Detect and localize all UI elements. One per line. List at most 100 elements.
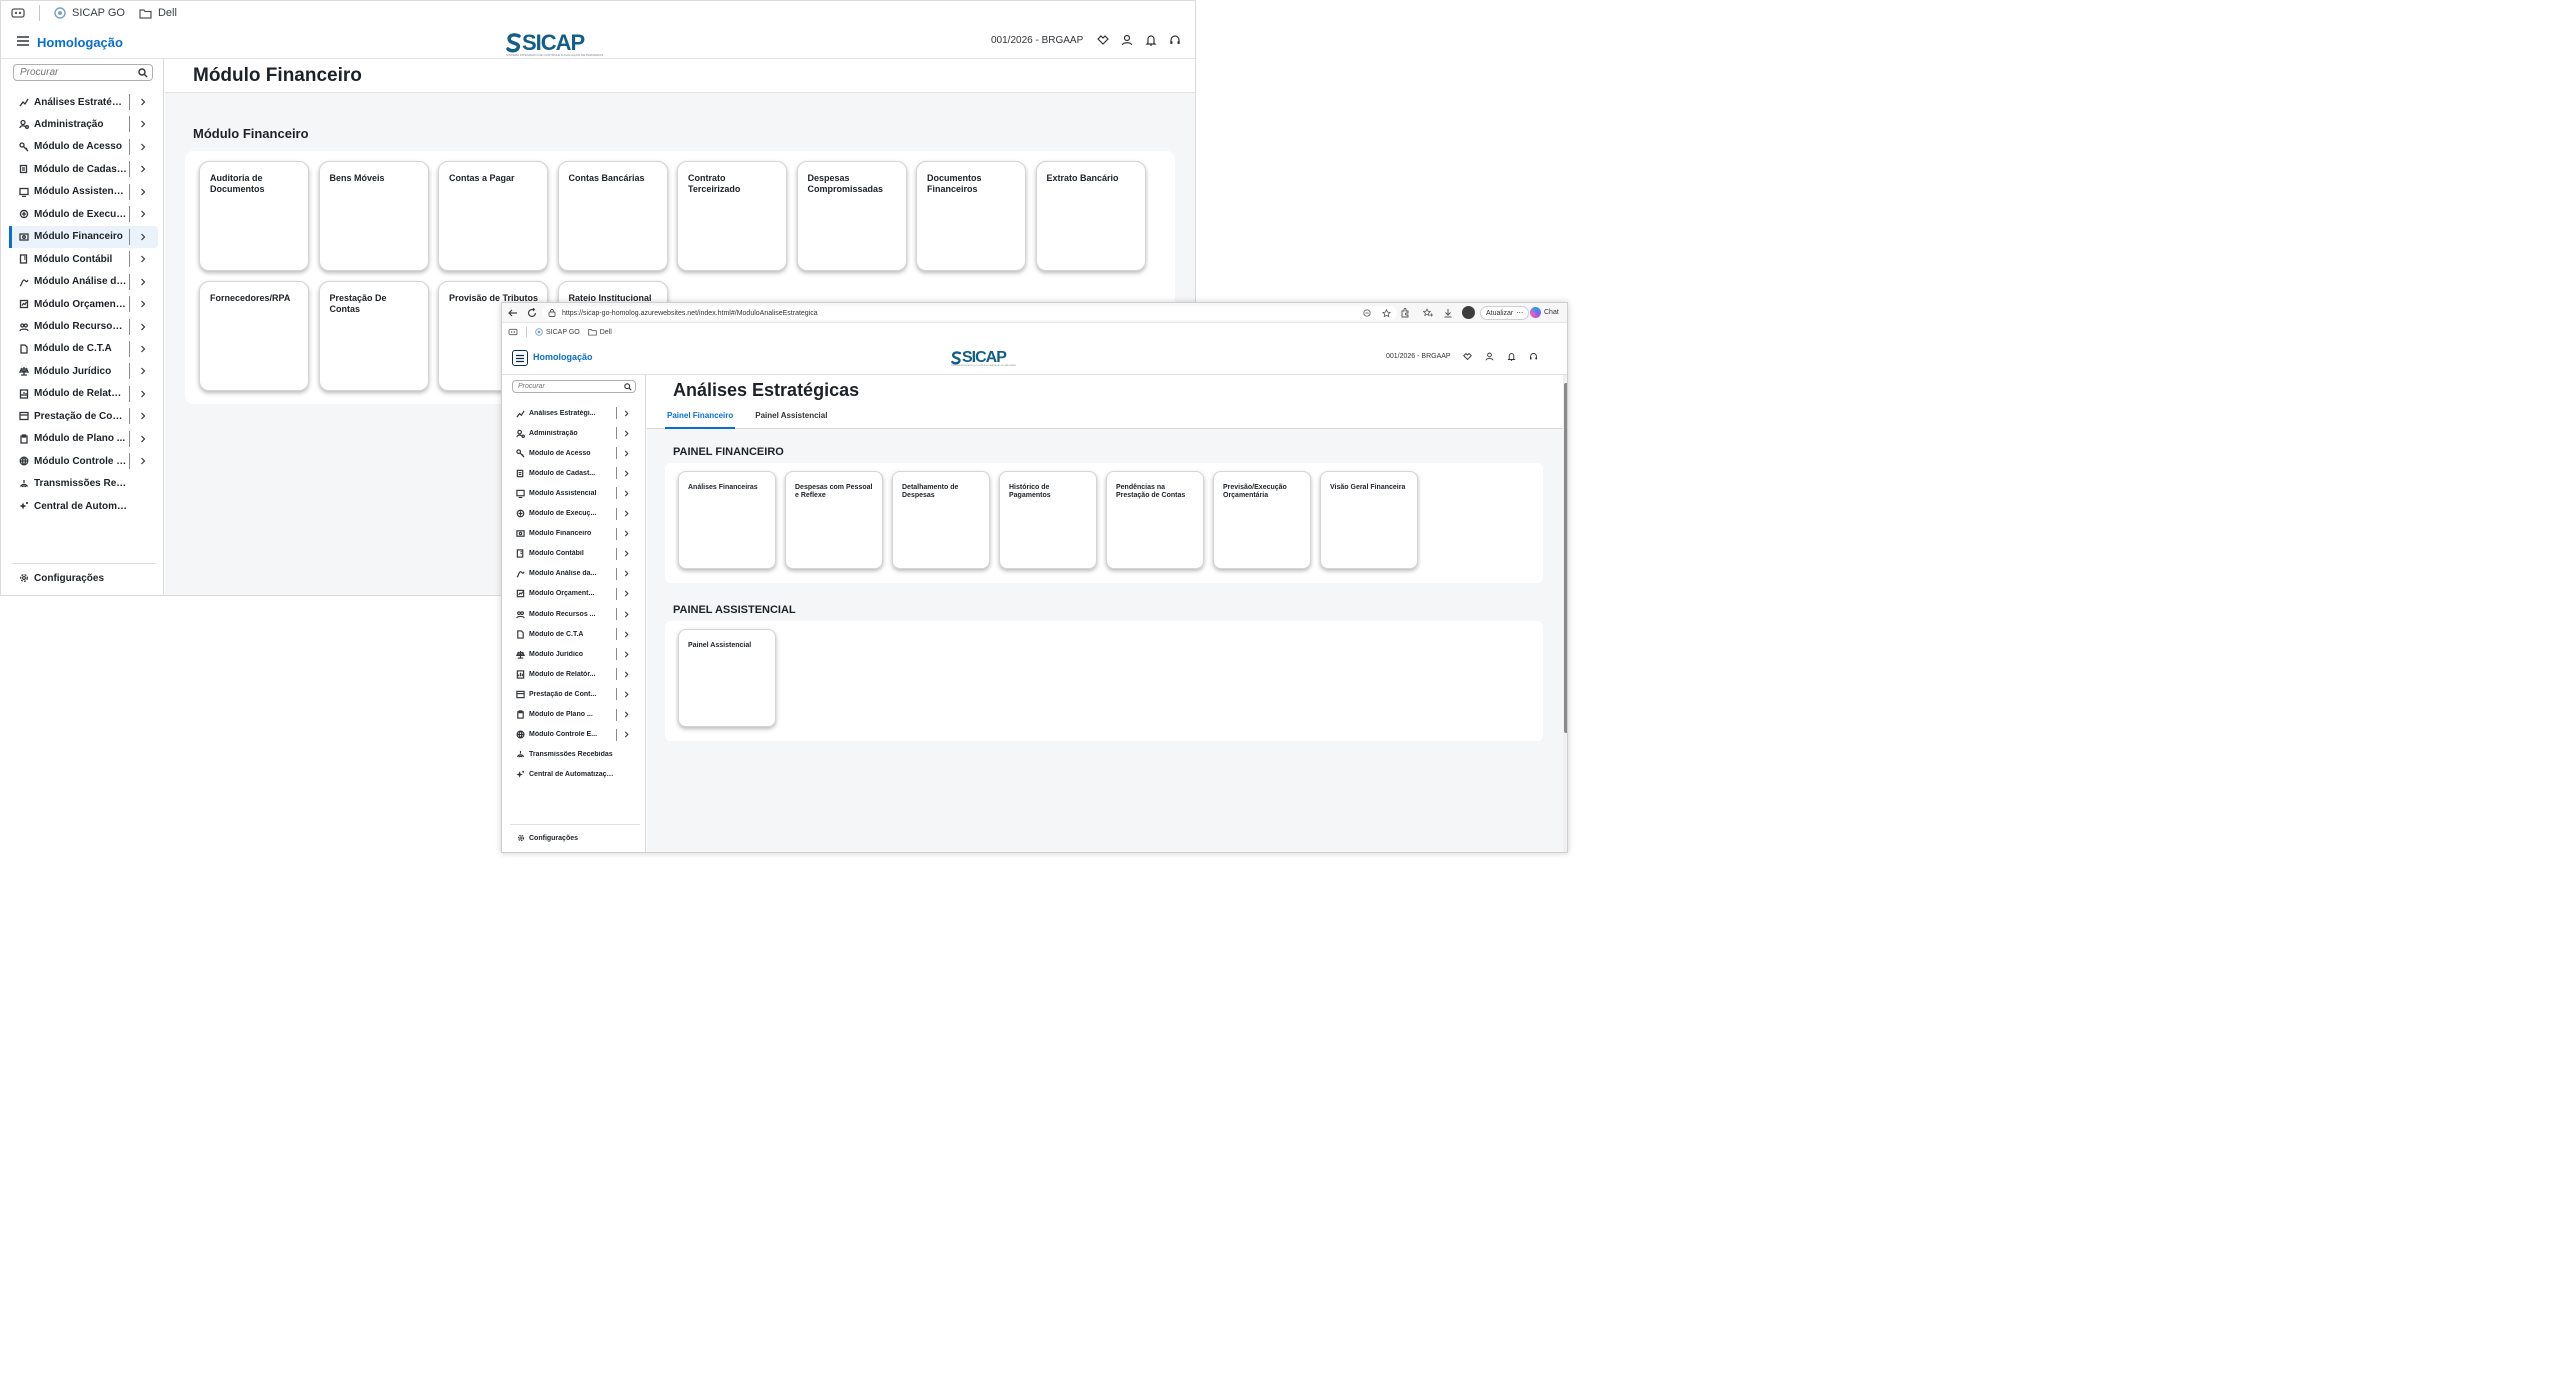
- bell-icon[interactable]: [1501, 352, 1523, 361]
- sidebar-item[interactable]: Administração: [19, 117, 127, 131]
- search-box[interactable]: [13, 64, 153, 81]
- app-tile[interactable]: Histórico de Pagamentos: [999, 471, 1097, 569]
- update-button[interactable]: Atualizar ⋯: [1480, 306, 1530, 320]
- chevron-right-icon[interactable]: [136, 387, 150, 401]
- sidebar-item[interactable]: Transmissões Recebidas: [516, 750, 614, 760]
- sidebar-item[interactable]: Módulo Financeiro: [19, 230, 127, 244]
- search-icon[interactable]: [138, 67, 148, 78]
- sidebar-item[interactable]: Módulo Orçament...: [516, 589, 614, 599]
- url-text[interactable]: https://sicap-go-homolog.azurewebsites.n…: [562, 310, 818, 317]
- vertical-scrollbar[interactable]: [1563, 375, 1567, 852]
- chevron-right-icon[interactable]: [136, 342, 150, 356]
- sidebar-item[interactable]: Central de Automatização: [516, 770, 614, 780]
- back-arrow-icon[interactable]: [508, 308, 518, 318]
- star-icon[interactable]: [1382, 309, 1391, 318]
- chevron-right-icon[interactable]: [136, 364, 150, 378]
- chevron-right-icon[interactable]: [136, 162, 150, 176]
- chevron-right-icon[interactable]: [621, 488, 631, 498]
- sidebar-item[interactable]: Módulo de Cadast...: [516, 468, 614, 478]
- sidebar-item[interactable]: Prestação de Cont...: [19, 409, 127, 423]
- sidebar-item[interactable]: Módulo Assistencial: [516, 488, 614, 498]
- chevron-right-icon[interactable]: [621, 730, 631, 740]
- address-bar[interactable]: https://sicap-go-homolog.azurewebsites.n…: [542, 306, 1397, 320]
- chevron-right-icon[interactable]: [621, 549, 631, 559]
- sidebar-item[interactable]: Módulo de Execuç...: [516, 509, 614, 519]
- favorites-icon[interactable]: [1423, 308, 1433, 318]
- sidebar-item[interactable]: Central de Automatização: [19, 499, 127, 513]
- app-tile[interactable]: Contas a Pagar: [438, 161, 548, 271]
- sidebar-item[interactable]: Prestação de Cont...: [516, 689, 614, 699]
- app-tile[interactable]: Detalhamento de Despesas: [892, 471, 990, 569]
- bookmark-dell[interactable]: Dell: [139, 7, 177, 19]
- chevron-right-icon[interactable]: [136, 432, 150, 446]
- chevron-right-icon[interactable]: [621, 569, 631, 579]
- app-tile[interactable]: Painel Assistencial: [678, 629, 776, 727]
- sidebar-item[interactable]: Módulo de Relatór...: [516, 669, 614, 679]
- sidebar-item[interactable]: Módulo de Acesso: [19, 140, 127, 154]
- handshake-icon[interactable]: [1091, 34, 1115, 46]
- chevron-right-icon[interactable]: [621, 589, 631, 599]
- chevron-right-icon[interactable]: [621, 448, 631, 458]
- search-box[interactable]: [512, 380, 636, 393]
- sidebar-item[interactable]: Módulo Contábil: [19, 252, 127, 266]
- headset-icon[interactable]: [1523, 352, 1545, 361]
- app-window-icon[interactable]: [508, 328, 518, 336]
- sidebar-item[interactable]: Transmissões Recebidas: [19, 477, 127, 491]
- chevron-right-icon[interactable]: [136, 454, 150, 468]
- sidebar-item[interactable]: Módulo Análise da...: [19, 275, 127, 289]
- app-tile[interactable]: Pendências na Prestação de Contas: [1106, 471, 1204, 569]
- sidebar-item[interactable]: Módulo de Execuç...: [19, 207, 127, 221]
- handshake-icon[interactable]: [1457, 352, 1479, 361]
- sidebar-item[interactable]: Módulo Jurídico: [19, 364, 127, 378]
- sidebar-item[interactable]: Módulo de Plano ...: [516, 710, 614, 720]
- sidebar-item[interactable]: Módulo Financeiro: [516, 529, 614, 539]
- sidebar-item[interactable]: Módulo Jurídico: [516, 649, 614, 659]
- sidebar-item[interactable]: Módulo Controle E...: [516, 730, 614, 740]
- sidebar-item[interactable]: Módulo Controle E...: [19, 454, 127, 468]
- bookmark-dell[interactable]: Dell: [587, 328, 612, 336]
- app-tile[interactable]: Auditoria de Documentos: [199, 161, 309, 271]
- sidebar-item[interactable]: Módulo de Relatór...: [19, 387, 127, 401]
- headset-icon[interactable]: [1163, 34, 1187, 46]
- chevron-right-icon[interactable]: [621, 428, 631, 438]
- sidebar-item[interactable]: Análises Estratégi...: [19, 95, 127, 109]
- download-icon[interactable]: [1443, 308, 1453, 318]
- sidebar-item[interactable]: Módulo Orçament...: [19, 297, 127, 311]
- chevron-right-icon[interactable]: [136, 275, 150, 289]
- chevron-right-icon[interactable]: [136, 185, 150, 199]
- settings-item[interactable]: Configurações: [19, 571, 104, 585]
- search-icon[interactable]: [624, 382, 632, 391]
- chevron-right-icon[interactable]: [136, 95, 150, 109]
- app-tile[interactable]: Previsão/Execução Orçamentária: [1213, 471, 1311, 569]
- settings-item[interactable]: Configurações: [516, 833, 578, 843]
- app-tile[interactable]: Contrato Terceirizado: [677, 161, 787, 271]
- sidebar-item[interactable]: Módulo Assistencial: [19, 185, 127, 199]
- sidebar-item[interactable]: Módulo Contábil: [516, 549, 614, 559]
- app-window-icon[interactable]: [11, 7, 25, 19]
- chevron-right-icon[interactable]: [621, 689, 631, 699]
- sidebar-item[interactable]: Módulo Análise da...: [516, 569, 614, 579]
- sidebar-item[interactable]: Módulo de Cadast...: [19, 162, 127, 176]
- tab-painel-assistencial[interactable]: Painel Assistencial: [753, 411, 829, 429]
- bookmark-sicap[interactable]: SICAP GO: [54, 7, 125, 19]
- sidebar-item[interactable]: Módulo de Plano ...: [19, 432, 127, 446]
- scrollbar-thumb[interactable]: [1564, 383, 1567, 733]
- app-tile[interactable]: Despesas Compromissadas: [796, 161, 907, 271]
- menu-toggle-icon[interactable]: [512, 350, 528, 366]
- chevron-right-icon[interactable]: [136, 320, 150, 334]
- app-tile[interactable]: Contas Bancárias: [557, 161, 668, 271]
- profile-avatar[interactable]: [1462, 306, 1475, 319]
- extensions-icon[interactable]: [1400, 308, 1410, 318]
- sidebar-item[interactable]: Módulo Recursos ...: [516, 609, 614, 619]
- chevron-right-icon[interactable]: [621, 669, 631, 679]
- user-icon[interactable]: [1115, 34, 1139, 46]
- chevron-right-icon[interactable]: [136, 117, 150, 131]
- sidebar-item[interactable]: Módulo Recursos ...: [19, 320, 127, 334]
- bell-icon[interactable]: [1139, 34, 1163, 46]
- app-tile[interactable]: Visão Geral Financeira: [1320, 471, 1418, 569]
- bookmark-sicap[interactable]: SICAP GO: [535, 328, 580, 336]
- site-info-icon[interactable]: [548, 309, 556, 317]
- search-input[interactable]: [516, 382, 624, 391]
- search-input[interactable]: [18, 66, 138, 79]
- chevron-right-icon[interactable]: [621, 529, 631, 539]
